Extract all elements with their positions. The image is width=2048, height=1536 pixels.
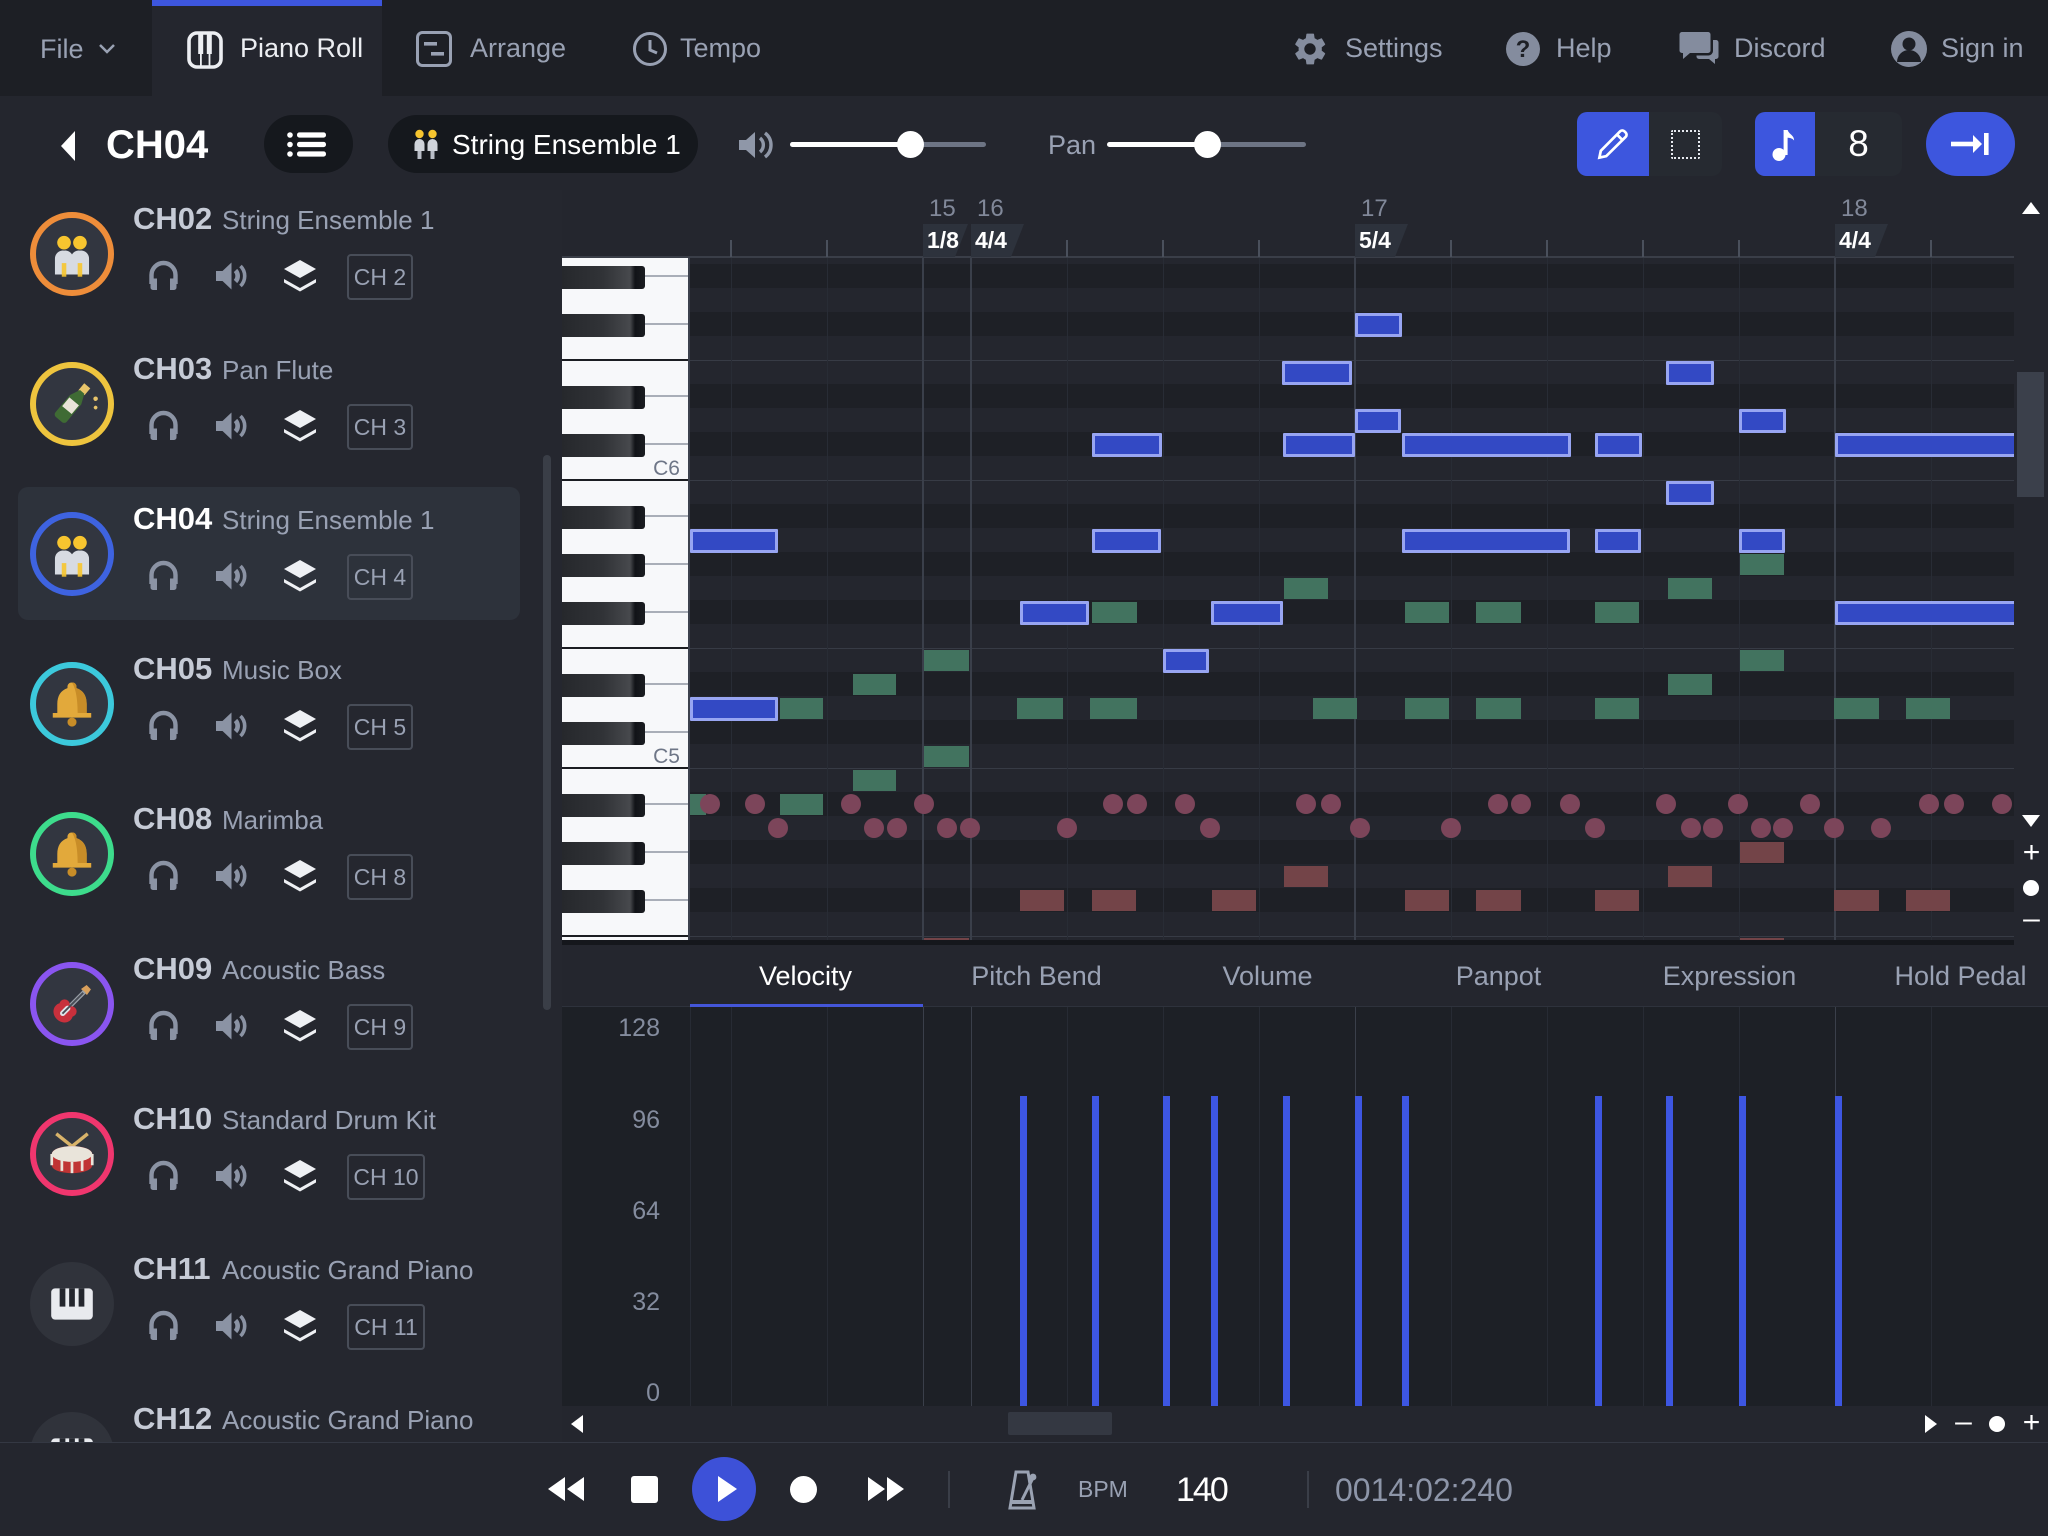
svg-text:?: ?	[1516, 36, 1531, 63]
